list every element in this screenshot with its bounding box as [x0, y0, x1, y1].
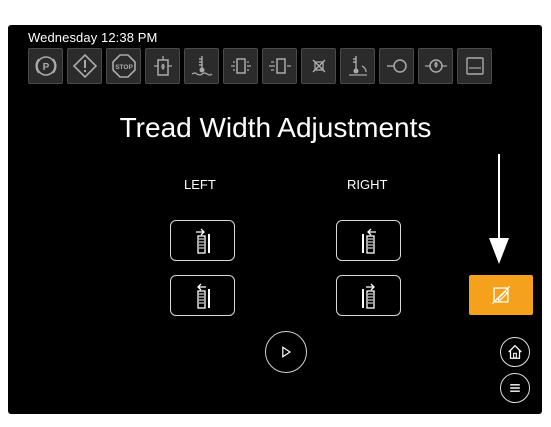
next-page-button[interactable] — [265, 331, 307, 373]
callout-arrow-icon — [489, 238, 509, 264]
fuel-filter-icon — [145, 48, 180, 84]
play-icon — [282, 346, 292, 358]
coolant-temp-icon — [184, 48, 219, 84]
tread-extend-icon — [195, 228, 210, 254]
stop-icon: STOP — [106, 48, 141, 84]
left-tread-retract-button[interactable] — [170, 275, 235, 316]
hydraulic-oil-temp-icon — [340, 48, 375, 84]
tread-retract-icon — [361, 283, 375, 309]
svg-text:P: P — [42, 62, 49, 73]
hydraulic-filter-2-icon — [262, 48, 297, 84]
callout-arrow-line — [498, 154, 500, 242]
fuel-level-icon — [457, 48, 492, 84]
indicator-bar: P STOP — [28, 48, 492, 88]
right-tread-extend-button[interactable] — [336, 220, 401, 261]
tread-width-settings-button[interactable] — [469, 275, 533, 315]
hydraulic-filter-icon — [223, 48, 258, 84]
tread-extend-icon — [361, 228, 376, 254]
left-column-label: LEFT — [184, 177, 216, 192]
right-tread-retract-button[interactable] — [336, 275, 401, 316]
home-button[interactable] — [500, 337, 530, 367]
right-column-label: RIGHT — [347, 177, 388, 192]
edit-disabled-icon — [491, 285, 511, 305]
warning-icon — [67, 48, 102, 84]
tread-retract-icon — [196, 283, 210, 309]
menu-icon — [510, 384, 520, 392]
transmission-filter-icon — [301, 48, 336, 84]
svg-text:STOP: STOP — [115, 64, 133, 71]
engine-oil-pressure-icon — [418, 48, 453, 84]
home-icon — [508, 344, 522, 359]
left-tread-extend-button[interactable] — [170, 220, 235, 261]
air-filter-icon — [379, 48, 414, 84]
clock: Wednesday 12:38 PM — [28, 30, 158, 45]
menu-button[interactable] — [500, 373, 530, 403]
parking-brake-icon: P — [28, 48, 63, 84]
page-title: Tread Width Adjustments — [119, 112, 432, 143]
